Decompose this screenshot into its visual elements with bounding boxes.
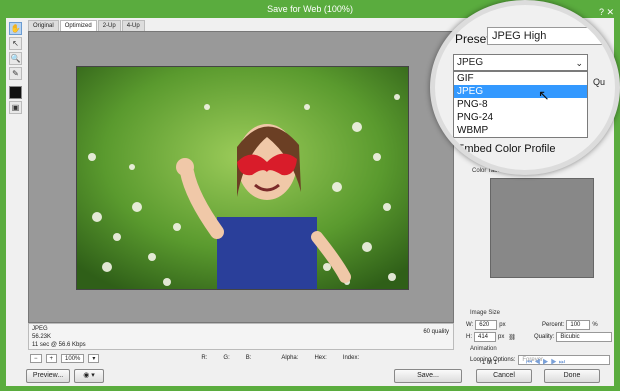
link-icon[interactable]: ⛓ [508,334,516,341]
frame-counter: 1 of 1 [482,360,498,366]
info-size: 56.23K [32,334,52,340]
zoom-icon[interactable]: 🔍 [9,52,22,65]
status-bar: − + 100% ▾ R: G: B: Alpha: Hex: Index: [28,353,454,363]
status-g: G: [223,355,230,361]
resample-quality-select[interactable]: Bicubic [556,332,613,342]
quality-label-partial: Qu [593,77,606,87]
resample-quality-row: Quality: Bicubic [534,332,613,342]
status-alpha: Alpha: [281,355,299,361]
format-select-value: JPEG [457,57,484,68]
eyedropper-color-swatch[interactable] [9,86,22,99]
info-format: JPEG [32,326,48,332]
zoom-out-button[interactable]: − [30,353,42,363]
format-select[interactable]: JPEG ⌄ [453,54,588,71]
eyedropper-icon[interactable]: ✎ [9,67,22,80]
animation-label: Animation [470,346,497,352]
preview-canvas[interactable] [28,31,454,323]
magnifier-callout: Preset: JPEG High JPEG ⌄ GIF JPEG PNG-8 … [430,0,620,175]
percent-field[interactable]: 100 [566,320,591,330]
done-button[interactable]: Done [544,369,600,383]
chevron-down-icon: ⌄ [575,58,583,68]
animation-controls[interactable]: ⏮ ◀ ▶ ▶ ⏭ [526,359,565,367]
width-label: W: [466,322,474,328]
cancel-button[interactable]: Cancel [476,369,532,383]
girl-photo-illustration [77,67,408,289]
toolbox: ✋ ↖ 🔍 ✎ ▣ [8,20,24,116]
format-dropdown-list: GIF JPEG PNG-8 PNG-24 WBMP [453,71,588,138]
percent-row: Percent: 100 % [542,320,598,330]
preset-select[interactable]: JPEG High [487,27,607,45]
status-r: R: [201,355,208,361]
status-index: Index: [342,355,360,361]
format-option-gif[interactable]: GIF [454,72,587,85]
save-for-web-window: Save for Web (100%) ? ✕ ✋ ↖ 🔍 ✎ ▣ Origin… [0,0,620,391]
hand-icon[interactable]: ✋ [9,22,22,35]
browser-icon: ◉ ▾ [83,372,95,379]
tab-original[interactable]: Original [28,20,59,31]
resample-quality-label: Quality: [534,334,555,340]
tab-4-up[interactable]: 4-Up [121,20,145,31]
browser-preview-button[interactable]: ◉ ▾ [74,369,104,383]
window-title: Save for Web (100%) [267,4,353,14]
zoom-in-button[interactable]: + [45,353,58,363]
tab-optimized[interactable]: Optimized [59,20,97,31]
tab-2-up[interactable]: 2-Up [97,20,121,31]
width-unit: px [499,322,506,328]
percent-unit: % [592,322,598,328]
format-option-jpeg[interactable]: JPEG [454,85,587,98]
status-b: B: [245,355,252,361]
height-unit: px [498,334,505,340]
info-quality: 60 quality [423,329,449,335]
color-table [490,178,594,278]
toggle-slices-icon[interactable]: ▣ [9,101,22,114]
save-button[interactable]: Save... [394,369,462,383]
chevron-down-icon[interactable]: ▾ [88,353,100,363]
format-option-wbmp[interactable]: WBMP [454,124,587,137]
preview-button[interactable]: Preview... [26,369,70,383]
embed-color-profile-checkbox[interactable]: Embed Color Profile [457,143,555,155]
view-tabs: Original Optimized 2-Up 4-Up [28,20,146,31]
format-option-png8[interactable]: PNG-8 [454,98,587,111]
width-row: W: 620 px [466,320,506,330]
format-option-png24[interactable]: PNG-24 [454,111,587,124]
percent-label: Percent: [542,322,565,328]
height-label: H: [466,334,472,340]
preview-photo [76,66,409,290]
mouse-cursor-icon: ↖ [538,87,550,103]
image-info-bar: JPEG 56.23K 11 sec @ 56.6 Kbps 60 qualit… [28,323,454,350]
bottom-button-bar: Preview... ◉ ▾ Save... Cancel Done 1 of … [6,359,614,386]
info-time: 11 sec @ 56.6 Kbps [32,342,86,348]
slice-select-icon[interactable]: ↖ [9,37,22,50]
height-field[interactable]: 414 [474,332,496,342]
height-row: H: 414 px ⛓ [466,332,516,342]
image-size-label: Image Size [470,310,501,316]
status-hex: Hex: [314,355,327,361]
width-field[interactable]: 620 [475,320,498,330]
zoom-level-select[interactable]: 100% [61,353,85,363]
